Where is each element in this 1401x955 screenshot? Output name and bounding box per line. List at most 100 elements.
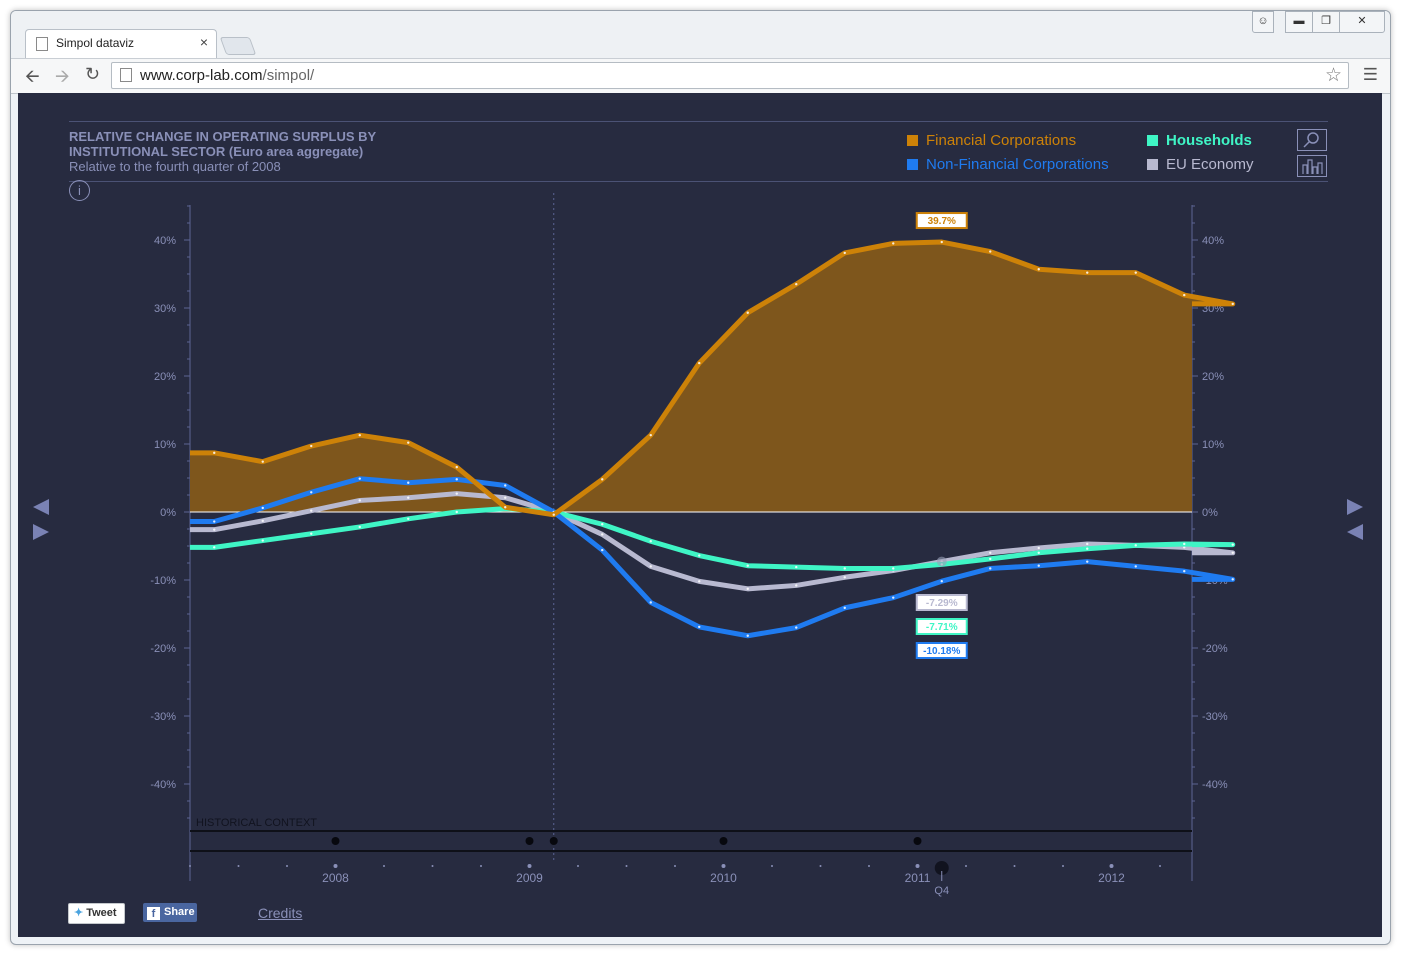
data-point-households — [1183, 542, 1186, 546]
page-icon — [120, 68, 132, 82]
data-point-non-financial-corporations — [1086, 560, 1089, 563]
data-point-non-financial-corporations — [261, 506, 264, 510]
y-tick-label-left: -10% — [150, 575, 176, 587]
x-tick-label: 2010 — [710, 871, 737, 885]
x-axis-tick — [1013, 865, 1016, 867]
browser-tab[interactable]: Simpol dataviz × — [25, 29, 217, 58]
data-point-financial-corporations — [1183, 293, 1186, 297]
data-point-financial-corporations — [698, 361, 701, 365]
value-label: -7.71% — [926, 622, 958, 633]
y-tick-label-right: -40% — [1202, 779, 1228, 791]
data-point-eu-economy — [261, 519, 264, 523]
y-tick-label-right: -30% — [1202, 711, 1228, 723]
historical-context-label: HISTORICAL CONTEXT — [196, 817, 317, 829]
historical-event-dot — [719, 837, 728, 845]
x-tick-label: 2008 — [322, 871, 349, 885]
credits-link[interactable]: Credits — [258, 905, 302, 921]
reload-icon[interactable]: ↻ — [85, 64, 100, 85]
menu-icon[interactable]: ☰ — [1363, 65, 1378, 85]
profile-icon[interactable]: ☺ — [1252, 11, 1274, 33]
data-point-non-financial-corporations — [1134, 565, 1137, 568]
minimize-button[interactable]: ▬ — [1285, 11, 1313, 33]
data-point-non-financial-corporations — [455, 478, 458, 481]
new-tab-button[interactable] — [219, 37, 257, 55]
data-point-financial-corporations — [213, 451, 216, 455]
x-axis-tick — [965, 865, 967, 867]
data-point-financial-corporations — [1037, 268, 1040, 271]
tab-close-icon[interactable]: × — [200, 34, 208, 50]
data-point-households — [601, 523, 604, 526]
data-point-financial-corporations — [310, 444, 313, 448]
historical-event-dot — [913, 837, 922, 845]
y-tick-label-left: -40% — [150, 779, 176, 791]
y-tick-label-left: 0% — [160, 507, 176, 519]
y-tick-label-left: 40% — [154, 235, 176, 247]
data-point-financial-corporations — [504, 506, 507, 509]
bookmark-star-icon[interactable]: ☆ — [1325, 64, 1342, 87]
data-point-financial-corporations — [601, 478, 604, 481]
data-point-households — [455, 510, 458, 514]
data-point-households — [649, 540, 652, 543]
data-point-eu-economy — [504, 496, 507, 499]
data-point-households — [1231, 543, 1234, 546]
data-point-financial-corporations — [892, 242, 895, 245]
data-point-eu-economy — [1183, 546, 1186, 549]
data-point-non-financial-corporations — [407, 481, 410, 484]
share-button[interactable]: f Share — [143, 903, 197, 922]
x-tick-label: 2012 — [1098, 871, 1125, 885]
data-point-non-financial-corporations — [892, 596, 895, 599]
forward-icon[interactable]: 🡪 — [55, 64, 70, 94]
data-point-non-financial-corporations — [746, 634, 749, 637]
x-axis-tick — [577, 865, 579, 867]
close-window-button[interactable]: ✕ — [1339, 11, 1385, 33]
x-axis-tick — [771, 865, 773, 867]
tweet-button[interactable]: ✦ Tweet — [68, 903, 125, 924]
data-point-eu-economy — [455, 492, 458, 495]
title-bar: Simpol dataviz × ☺ ▬ ❐ ✕ — [11, 11, 1390, 59]
data-point-eu-economy — [407, 496, 410, 499]
data-point-households — [892, 567, 895, 570]
data-point-households — [358, 525, 361, 529]
x-axis-tick — [237, 865, 240, 867]
x-axis-tick — [1159, 865, 1161, 867]
data-point-eu-economy — [1086, 542, 1089, 546]
address-bar[interactable]: www.corp-lab.com/simpol/ ☆ — [111, 62, 1349, 89]
historical-event-dot — [525, 837, 534, 845]
x-axis-year-tick — [527, 864, 532, 868]
x-axis-tick — [480, 865, 482, 867]
data-point-financial-corporations — [1134, 271, 1137, 274]
data-point-non-financial-corporations — [795, 626, 798, 629]
y-tick-label-right: 40% — [1202, 235, 1224, 247]
x-axis-tick — [383, 865, 385, 867]
facebook-icon: f — [147, 907, 160, 920]
y-tick-label-left: 20% — [154, 371, 176, 383]
url-path: /simpol/ — [262, 67, 315, 84]
data-point-non-financial-corporations — [698, 625, 701, 629]
data-point-non-financial-corporations — [310, 491, 313, 494]
data-point-non-financial-corporations — [504, 484, 507, 487]
x-axis-tick — [189, 865, 191, 867]
highlight-marker — [936, 556, 947, 567]
data-point-households — [1134, 544, 1137, 547]
restore-button[interactable]: ❐ — [1312, 11, 1340, 33]
data-point-eu-economy — [213, 528, 216, 531]
y-tick-label-left: -30% — [150, 711, 176, 723]
browser-window: Simpol dataviz × ☺ ▬ ❐ ✕ 🡨 🡪 ↻ www.corp-… — [10, 10, 1391, 945]
x-axis-year-tick — [1109, 864, 1114, 868]
value-label: -7.29% — [926, 598, 958, 609]
data-point-households — [989, 557, 992, 561]
y-tick-label-right: 10% — [1202, 439, 1224, 451]
x-axis-tick — [431, 865, 434, 867]
data-point-eu-economy — [1231, 551, 1234, 554]
data-point-households — [213, 546, 216, 549]
value-label: 39.7% — [928, 216, 956, 227]
data-point-households — [698, 554, 701, 557]
back-icon[interactable]: 🡨 — [25, 64, 40, 94]
data-point-eu-economy — [1037, 546, 1040, 550]
data-point-financial-corporations — [455, 465, 458, 469]
y-tick-label-right: 0% — [1202, 507, 1218, 519]
data-point-households — [795, 565, 798, 569]
value-label: -10.18% — [923, 646, 960, 657]
data-point-non-financial-corporations — [358, 477, 361, 480]
historical-event-dot — [549, 837, 558, 845]
